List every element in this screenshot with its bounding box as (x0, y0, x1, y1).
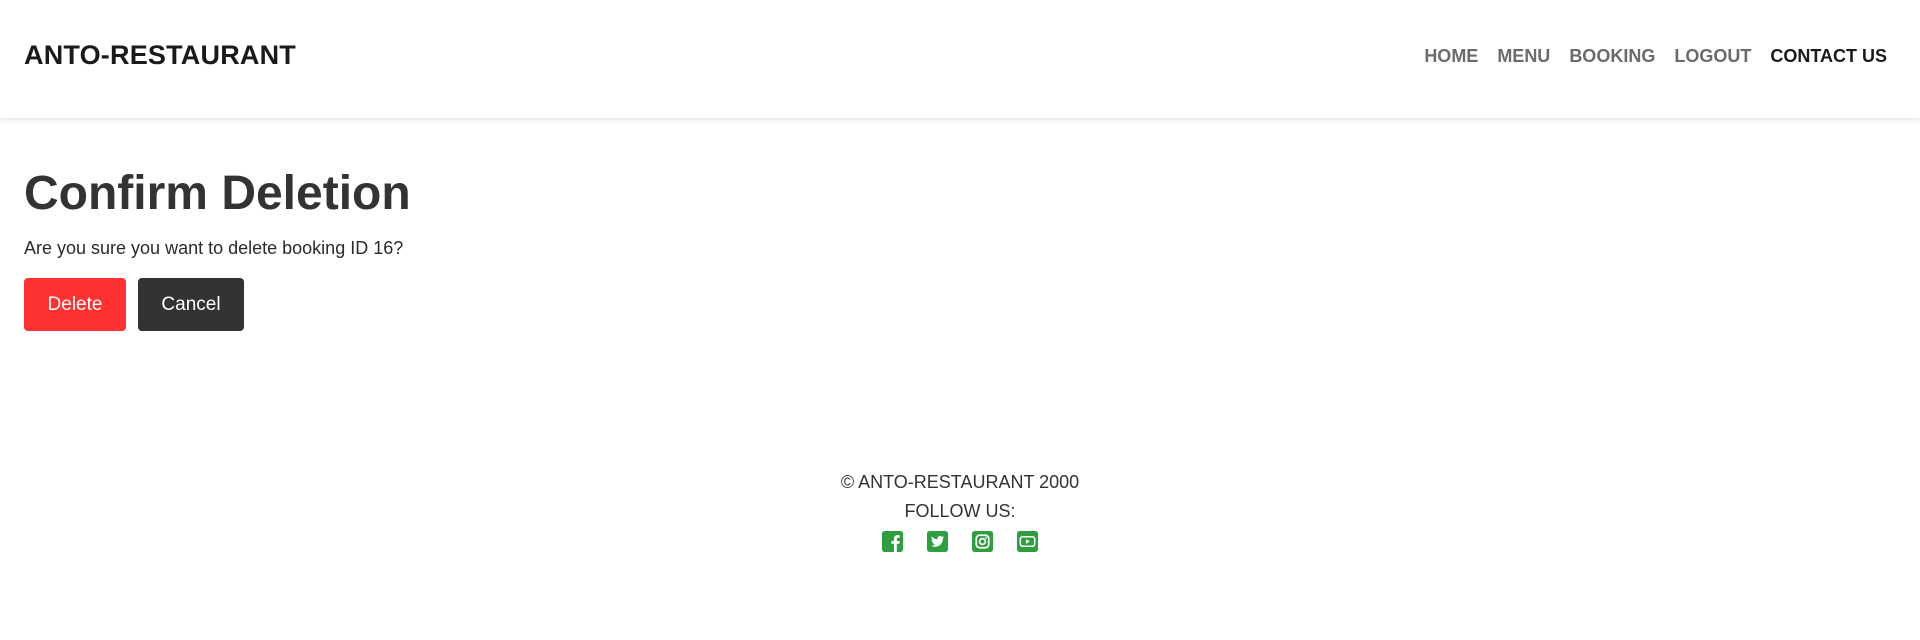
nav-booking[interactable]: BOOKING (1569, 44, 1655, 68)
nav-menu-link[interactable]: MENU (1497, 44, 1550, 68)
action-buttons: Delete Cancel (24, 278, 411, 331)
footer: © ANTO-RESTAURANT 2000 FOLLOW US: (0, 468, 1920, 553)
page-title: Confirm Deletion (24, 167, 411, 220)
social-links (0, 530, 1920, 553)
confirmation-message: Are you sure you want to delete booking … (24, 238, 404, 258)
instagram-icon[interactable] (971, 530, 994, 553)
nav-menu: HOME MENU BOOKING LOGOUT CONTACT US (1424, 44, 1887, 68)
delete-button[interactable]: Delete (24, 278, 126, 331)
brand-logo[interactable]: ANTO-RESTAURANT (24, 40, 296, 71)
youtube-icon[interactable] (1016, 530, 1039, 553)
main-content: Confirm Deletion Are you sure you want t… (24, 162, 411, 331)
nav-logout[interactable]: LOGOUT (1674, 44, 1751, 68)
copyright-text: © ANTO-RESTAURANT 2000 (840, 472, 1080, 492)
navbar: ANTO-RESTAURANT HOME MENU BOOKING LOGOUT… (0, 0, 1920, 118)
follow-us-label: FOLLOW US: (904, 501, 1016, 521)
twitter-icon[interactable] (926, 530, 949, 553)
nav-home[interactable]: HOME (1424, 44, 1478, 68)
facebook-icon[interactable] (881, 530, 904, 553)
cancel-button[interactable]: Cancel (138, 278, 244, 331)
nav-contact-us[interactable]: CONTACT US (1770, 44, 1887, 68)
